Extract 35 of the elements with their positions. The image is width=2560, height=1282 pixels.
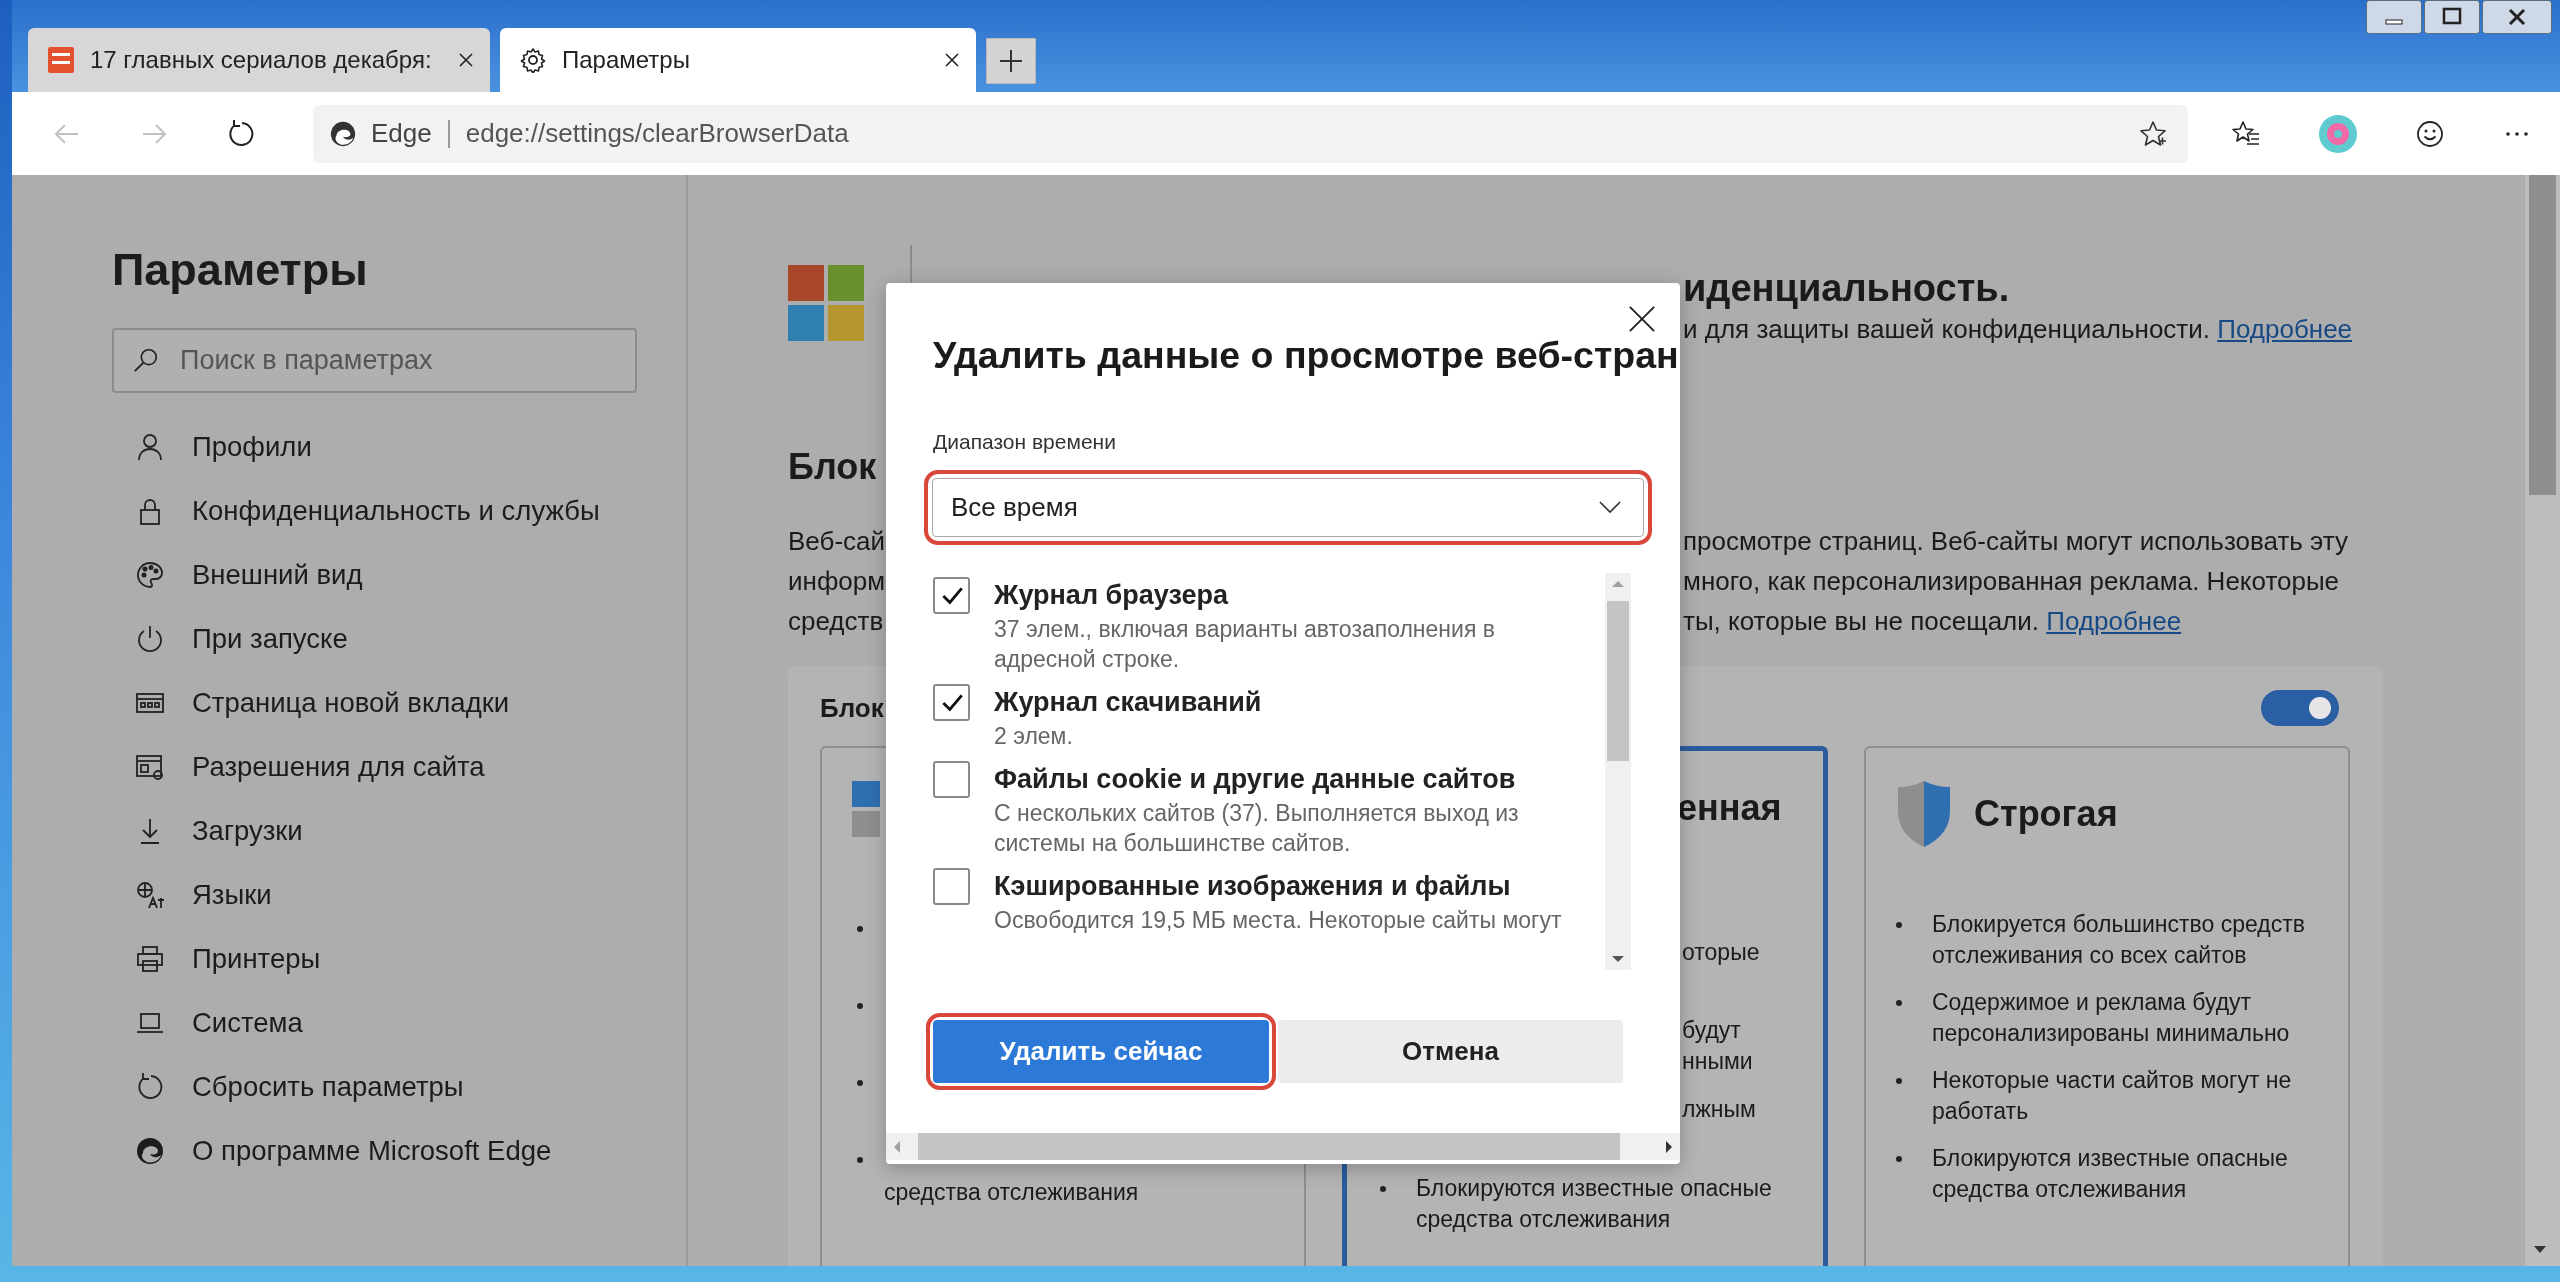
checkbox-label: Журнал браузера [994, 579, 1228, 612]
bullet-text: оторые [1682, 938, 1761, 967]
item-description: 37 элем., включая варианты автозаполнения в адресной строке. [994, 615, 1496, 674]
option-title: Строгая [1974, 792, 2118, 836]
paragraph-text: информ [788, 566, 886, 596]
paragraph-text: много, как персонализированная реклама. Некоторые [1683, 566, 2340, 596]
item-description: 2 элем. [994, 722, 1074, 751]
bullet-text: будут [1682, 1016, 1742, 1045]
site-label: Edge [371, 118, 432, 149]
url-text: edge://settings/clearBrowserData [465, 118, 850, 149]
bullet-text: Некоторые части сайтов могут не работать [1932, 1066, 2293, 1126]
paragraph-text: средств [788, 606, 884, 636]
paragraph-text: ты, которые вы не посещали. Подробнее [1683, 606, 2182, 636]
bullet-text: Блокируются известные опасные средства отслеживания [1416, 1174, 1773, 1234]
bullet-text: лжным [1682, 1095, 1757, 1124]
checkbox-label: Кэшированные изображения и файлы [994, 870, 1511, 903]
checkbox-label: Журнал скачиваний [994, 686, 1262, 719]
dialog-title: Удалить данные о просмотре веб-стран [933, 333, 1679, 377]
paragraph-text: Веб-сай [788, 526, 886, 556]
subtitle-text: и для защиты вашей конфиденциальности. Подробнее [1683, 313, 2353, 346]
section-heading: Блок [788, 445, 877, 489]
bullet-text: Содержимое и реклама будут персонализированы минимально [1932, 988, 2291, 1048]
page-heading: иденциальность. [1683, 266, 2011, 311]
paragraph-text: просмотре страниц. Веб-сайты могут использовать эту [1683, 526, 2348, 556]
card-title: Блок [820, 692, 884, 724]
bullet-text: средства отслеживания [883, 1178, 1140, 1207]
checkbox-label: Файлы cookie и другие данные сайтов [994, 763, 1516, 796]
option-title: енная [1677, 786, 1783, 830]
bullet-text: нными [1682, 1047, 1754, 1076]
item-description: С нескольких сайтов (37). Выполняется выход из системы на большинстве сайтов. [994, 799, 1520, 858]
item-description: Освободится 19,5 МБ места. Некоторые сайты могут [994, 906, 1563, 935]
field-label: Диапазон времени [933, 429, 1116, 455]
sidebar-title: Параметры [112, 245, 368, 295]
bullet-text: Блокируется большинство средств отслеживания со всех сайтов [1932, 910, 2306, 970]
bullet-text: Блокируются известные опасные средства отслеживания [1932, 1144, 2289, 1204]
